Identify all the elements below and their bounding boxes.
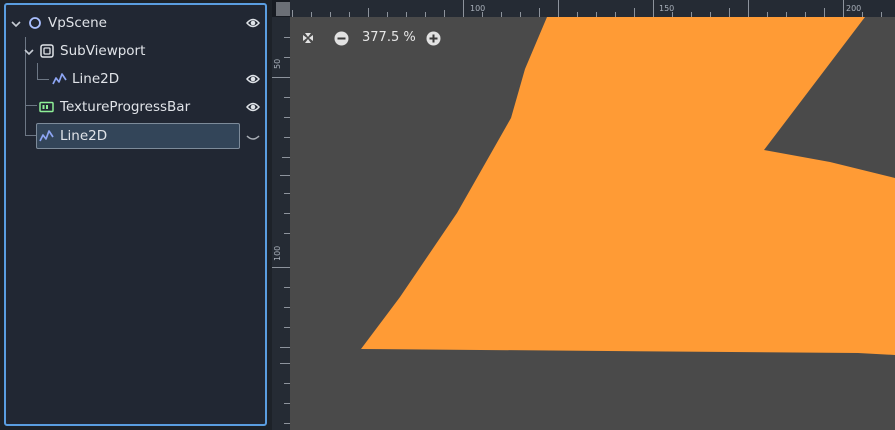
ruler-label: 100 (273, 245, 282, 261)
ruler-ticks (292, 0, 882, 17)
ruler-label: 200 (846, 4, 862, 13)
center-view-icon[interactable] (300, 30, 316, 46)
line2d-icon (52, 73, 67, 85)
zoom-in-icon[interactable] (426, 31, 441, 46)
ruler-corner[interactable] (276, 2, 290, 16)
tree-item-label: VpScene (48, 15, 107, 31)
ruler-label: 100 (470, 4, 486, 13)
zoom-out-icon[interactable] (334, 31, 349, 46)
texture-progress-bar-icon (39, 101, 54, 113)
tree-item-textureprogressbar[interactable]: TextureProgressBar (6, 95, 265, 119)
line2d-icon (39, 130, 54, 142)
tree-item-line2d-selected[interactable]: Line2D (6, 124, 265, 148)
eye-icon[interactable] (246, 16, 260, 30)
chevron-down-icon[interactable] (11, 19, 21, 29)
chevron-down-icon[interactable] (24, 47, 34, 57)
tree-item-label: TextureProgressBar (60, 99, 191, 115)
tree-item-subviewport[interactable]: SubViewport (6, 39, 265, 63)
tree-item-label: Line2D (72, 71, 120, 87)
tree-item-vpscene[interactable]: VpScene (6, 11, 265, 35)
tree-item-label: Line2D (60, 128, 108, 144)
vertical-ruler[interactable]: 50 100 (272, 17, 290, 430)
orange-line2d-shape[interactable] (290, 17, 895, 430)
scene-tree-panel: VpScene SubViewport Line2D TextureProgre… (4, 3, 267, 426)
eye-icon[interactable] (246, 72, 260, 86)
canvas-area[interactable] (290, 17, 895, 430)
eye-icon[interactable] (246, 100, 260, 114)
ruler-label: 150 (659, 4, 675, 13)
tree-item-line2d-child[interactable]: Line2D (6, 67, 265, 91)
ruler-ticks (272, 37, 290, 424)
subviewport-icon (40, 44, 54, 58)
ruler-label: 50 (273, 58, 282, 69)
node-circle-icon (29, 17, 41, 29)
horizontal-ruler[interactable]: 100 150 200 (290, 0, 895, 17)
canvas-viewport[interactable]: 100 150 200 50 100 377.5 % (272, 0, 895, 430)
eye-closed-icon[interactable] (246, 131, 260, 145)
tree-item-label: SubViewport (60, 43, 146, 59)
zoom-level-reset[interactable]: 377.5 % (362, 30, 416, 45)
